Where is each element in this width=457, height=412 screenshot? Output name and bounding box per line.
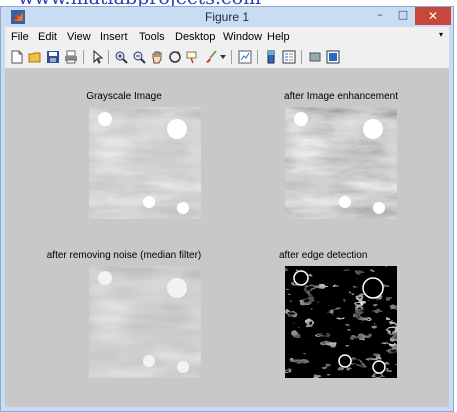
brush-dropdown-icon[interactable] — [219, 49, 227, 65]
pan-icon[interactable] — [149, 49, 165, 65]
toolbar-separator — [108, 50, 109, 64]
axes-title-enhanced: after Image enhancement — [284, 91, 398, 102]
rotate-3d-icon[interactable] — [167, 49, 183, 65]
new-figure-icon[interactable] — [9, 49, 25, 65]
axes-title-edges: after edge detection — [279, 250, 368, 261]
insert-colorbar-icon[interactable] — [263, 49, 279, 65]
maximize-button[interactable]: □ — [392, 7, 414, 25]
menu-bar: File Edit View Insert Tools Desktop Wind… — [5, 27, 449, 46]
toolbar-separator — [301, 50, 302, 64]
menu-file[interactable]: File — [11, 31, 29, 43]
toolbar-separator — [257, 50, 258, 64]
title-bar[interactable]: Figure 1 – □ ✕ — [1, 7, 453, 27]
axes-image-enhanced[interactable] — [285, 107, 397, 219]
data-cursor-icon[interactable] — [185, 49, 201, 65]
zoom-out-icon[interactable] — [131, 49, 147, 65]
menu-help[interactable]: Help — [267, 31, 290, 43]
open-file-icon[interactable] — [27, 49, 43, 65]
axes-image-edges[interactable] — [285, 266, 397, 378]
figure-toolbar — [5, 46, 449, 69]
axes-title-grayscale: Grayscale Image — [86, 91, 162, 102]
axes-image-grayscale[interactable] — [89, 107, 201, 219]
menu-desktop[interactable]: Desktop — [175, 31, 215, 43]
menu-edit[interactable]: Edit — [38, 31, 57, 43]
toolbar-separator — [83, 50, 84, 64]
menu-window[interactable]: Window — [223, 31, 262, 43]
select-arrow-icon[interactable] — [89, 49, 105, 65]
hide-plot-tools-icon[interactable] — [307, 49, 323, 65]
menu-tools[interactable]: Tools — [139, 31, 165, 43]
menu-view[interactable]: View — [67, 31, 91, 43]
figure-canvas: Grayscale Image after Image enhancement … — [5, 69, 449, 407]
close-button[interactable]: ✕ — [415, 7, 451, 25]
axes-title-median: after removing noise (median filter) — [46, 250, 202, 261]
minimize-button[interactable]: – — [369, 7, 391, 25]
zoom-in-icon[interactable] — [113, 49, 129, 65]
toolbar-separator — [231, 50, 232, 64]
insert-legend-icon[interactable] — [281, 49, 297, 65]
figure-window: Figure 1 – □ ✕ File Edit View Insert Too… — [0, 6, 454, 412]
menu-overflow-icon[interactable]: ▾ — [439, 30, 443, 39]
show-plot-tools-icon[interactable] — [325, 49, 341, 65]
axes-image-median[interactable] — [89, 266, 201, 378]
menu-insert[interactable]: Insert — [100, 31, 128, 43]
save-icon[interactable] — [45, 49, 61, 65]
print-icon[interactable] — [63, 49, 79, 65]
link-plot-icon[interactable] — [237, 49, 253, 65]
brush-icon[interactable] — [203, 49, 219, 65]
